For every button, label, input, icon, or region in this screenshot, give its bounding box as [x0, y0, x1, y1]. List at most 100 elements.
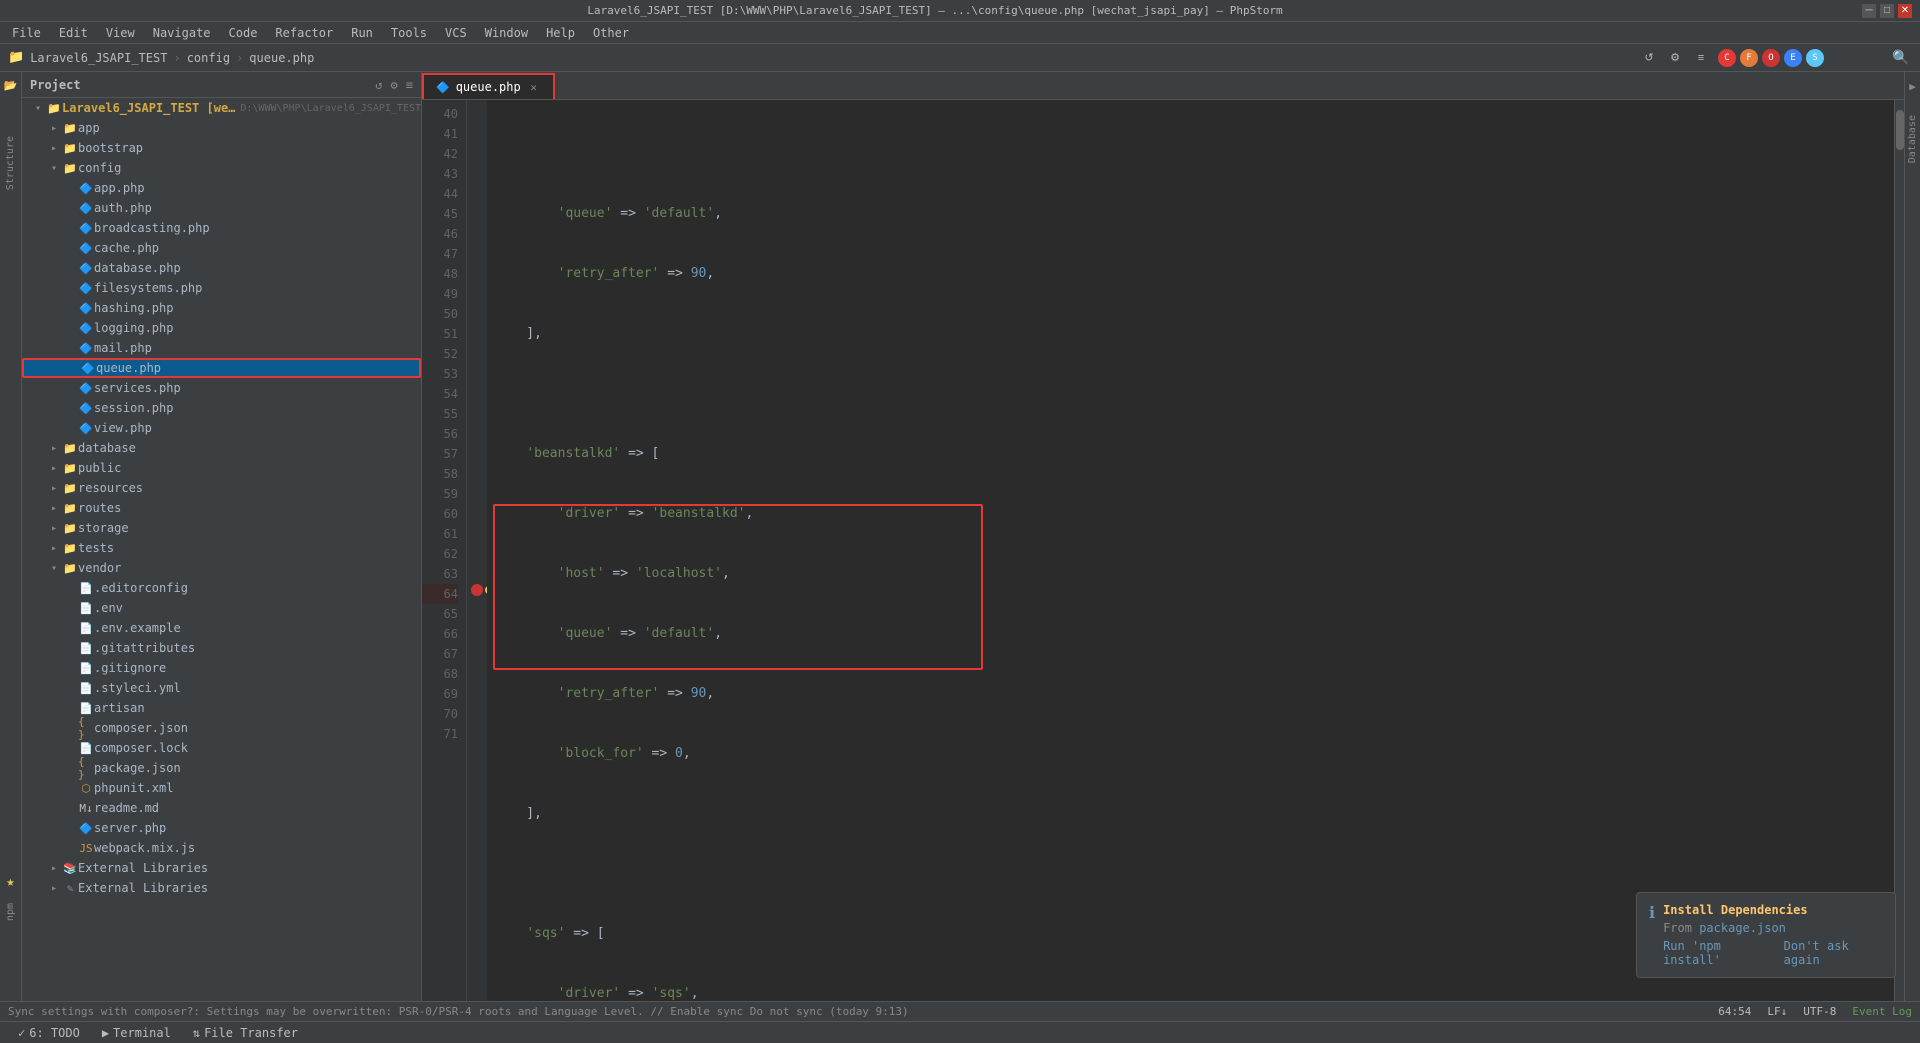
breadcrumb-file[interactable]: queue.php: [249, 51, 314, 65]
php-icon-logging: 🔷: [78, 320, 94, 336]
status-encoding[interactable]: UTF-8: [1803, 1005, 1836, 1018]
browser-firefox[interactable]: F: [1740, 49, 1758, 67]
tree-item-vendor[interactable]: ▾ 📁 vendor: [22, 558, 421, 578]
notification-from-file[interactable]: package.json: [1699, 921, 1786, 935]
maximize-button[interactable]: □: [1880, 4, 1894, 18]
bottom-tab-file-transfer[interactable]: ⇅ File Transfer: [183, 1024, 308, 1042]
tree-item-external-libraries[interactable]: ▸ 📚 External Libraries: [22, 858, 421, 878]
notification-dismiss-action[interactable]: Don't ask again: [1784, 939, 1883, 967]
side-icon-npm[interactable]: npm: [5, 903, 16, 921]
editor-scrollbar[interactable]: [1894, 100, 1904, 1001]
menu-item-help[interactable]: Help: [538, 24, 583, 42]
tree-item-app-php[interactable]: 🔷 app.php: [22, 178, 421, 198]
tree-item-root[interactable]: ▾ 📁 Laravel6_JSAPI_TEST [wechat_jsapi_pa…: [22, 98, 421, 118]
tree-item-auth-php[interactable]: 🔷 auth.php: [22, 198, 421, 218]
tree-item-bootstrap[interactable]: ▸ 📁 bootstrap: [22, 138, 421, 158]
project-title: Project: [30, 78, 81, 92]
tree-item-package-json[interactable]: { } package.json: [22, 758, 421, 778]
tree-item-tests[interactable]: ▸ 📁 tests: [22, 538, 421, 558]
menu-item-navigate[interactable]: Navigate: [145, 24, 219, 42]
tree-item-queue-php[interactable]: 🔷 queue.php: [22, 358, 421, 378]
tree-item-composer-json[interactable]: { } composer.json: [22, 718, 421, 738]
tree-item-readme-md[interactable]: M↓ readme.md: [22, 798, 421, 818]
bottom-tab-todo[interactable]: ✓ 6: TODO: [8, 1024, 90, 1042]
status-position[interactable]: 64:54: [1718, 1005, 1751, 1018]
menu-item-run[interactable]: Run: [343, 24, 381, 42]
tree-item-filesystems-php[interactable]: 🔷 filesystems.php: [22, 278, 421, 298]
toolbar-sync-button[interactable]: ↺: [1638, 47, 1660, 69]
tree-item-public[interactable]: ▸ 📁 public: [22, 458, 421, 478]
tree-item-logging-php[interactable]: 🔷 logging.php: [22, 318, 421, 338]
tab-close-queue-php[interactable]: ✕: [527, 81, 541, 94]
side-icon-structure[interactable]: Structure: [5, 136, 16, 190]
menu-item-other[interactable]: Other: [585, 24, 637, 42]
right-sidebar-icon1[interactable]: ▶: [1909, 80, 1916, 93]
file-icon-styleci: 📄: [78, 680, 94, 696]
tree-item-hashing-php[interactable]: 🔷 hashing.php: [22, 298, 421, 318]
menu-item-refactor[interactable]: Refactor: [267, 24, 341, 42]
project-header-icon3[interactable]: ≡: [406, 78, 413, 92]
browser-edge[interactable]: E: [1784, 49, 1802, 67]
breadcrumb-config[interactable]: config: [187, 51, 230, 65]
toolbar-gear-button[interactable]: ≡: [1690, 47, 1712, 69]
minimize-button[interactable]: ─: [1862, 4, 1876, 18]
file-icon-env-example: 📄: [78, 620, 94, 636]
menu-item-file[interactable]: File: [4, 24, 49, 42]
php-icon-server: 🔷: [78, 820, 94, 836]
tree-item-resources[interactable]: ▸ 📁 resources: [22, 478, 421, 498]
status-event-log[interactable]: Event Log: [1852, 1005, 1912, 1018]
menu-item-view[interactable]: View: [98, 24, 143, 42]
tree-item-phpunit-xml[interactable]: ⬡ phpunit.xml: [22, 778, 421, 798]
bottom-tab-terminal[interactable]: ▶ Terminal: [92, 1024, 181, 1042]
tree-item-env[interactable]: 📄 .env: [22, 598, 421, 618]
status-indent[interactable]: LF↓: [1767, 1005, 1787, 1018]
project-header-icon2[interactable]: ⚙: [391, 78, 398, 92]
browser-chrome[interactable]: C: [1718, 49, 1736, 67]
right-sidebar-database-label[interactable]: Database: [1907, 115, 1918, 163]
tree-item-routes[interactable]: ▸ 📁 routes: [22, 498, 421, 518]
tree-item-mail-php[interactable]: 🔷 mail.php: [22, 338, 421, 358]
notification-run-action[interactable]: Run 'npm install': [1663, 939, 1776, 967]
tree-item-editorconfig[interactable]: 📄 .editorconfig: [22, 578, 421, 598]
close-button[interactable]: ✕: [1898, 4, 1912, 18]
tab-queue-php[interactable]: 🔷 queue.php ✕: [422, 73, 555, 99]
menu-item-tools[interactable]: Tools: [383, 24, 435, 42]
toolbar-settings-button[interactable]: ⚙: [1664, 47, 1686, 69]
menu-item-window[interactable]: Window: [477, 24, 536, 42]
tree-item-cache-php[interactable]: 🔷 cache.php: [22, 238, 421, 258]
tree-item-styleci[interactable]: 📄 .styleci.yml: [22, 678, 421, 698]
tree-item-services-php[interactable]: 🔷 services.php: [22, 378, 421, 398]
tree-item-storage[interactable]: ▸ 📁 storage: [22, 518, 421, 538]
tree-item-config[interactable]: ▾ 📁 config: [22, 158, 421, 178]
tree-item-app[interactable]: ▸ 📁 app: [22, 118, 421, 138]
browser-safari[interactable]: S: [1806, 49, 1824, 67]
side-icon-project[interactable]: 📂: [2, 76, 20, 94]
file-icon-editorconfig: 📄: [78, 580, 94, 596]
tree-item-env-example[interactable]: 📄 .env.example: [22, 618, 421, 638]
tree-item-broadcasting-php[interactable]: 🔷 broadcasting.php: [22, 218, 421, 238]
main-container: 📂 Structure ★ npm Project ↺ ⚙ ≡ ▾ 📁 Lara…: [0, 72, 1920, 1001]
toolbar-search-button[interactable]: 🔍: [1890, 47, 1912, 69]
file-icon-gitattributes: 📄: [78, 640, 94, 656]
side-icon-favorites[interactable]: ★: [2, 873, 20, 891]
menu-item-vcs[interactable]: VCS: [437, 24, 475, 42]
file-icon-env: 📄: [78, 600, 94, 616]
breadcrumb-project[interactable]: Laravel6_JSAPI_TEST: [30, 51, 167, 65]
tree-item-gitignore[interactable]: 📄 .gitignore: [22, 658, 421, 678]
menu-item-code[interactable]: Code: [221, 24, 266, 42]
menu-item-edit[interactable]: Edit: [51, 24, 96, 42]
tree-item-gitattributes[interactable]: 📄 .gitattributes: [22, 638, 421, 658]
tree-item-database[interactable]: ▸ 📁 database: [22, 438, 421, 458]
code-area[interactable]: 'queue' => 'default', 'retry_after' => 9…: [487, 100, 1894, 1001]
tree-label-database: database: [78, 441, 421, 455]
tree-item-scratches-consoles[interactable]: ▸ ✎ External Libraries: [22, 878, 421, 898]
tree-label-public: public: [78, 461, 421, 475]
project-header-icon1[interactable]: ↺: [375, 78, 382, 92]
tree-item-database-php[interactable]: 🔷 database.php: [22, 258, 421, 278]
tree-item-view-php[interactable]: 🔷 view.php: [22, 418, 421, 438]
tree-item-server-php[interactable]: 🔷 server.php: [22, 818, 421, 838]
tree-item-webpack-mix-js[interactable]: JS webpack.mix.js: [22, 838, 421, 858]
browser-opera[interactable]: O: [1762, 49, 1780, 67]
code-line-43: [495, 384, 1894, 404]
tree-item-session-php[interactable]: 🔷 session.php: [22, 398, 421, 418]
